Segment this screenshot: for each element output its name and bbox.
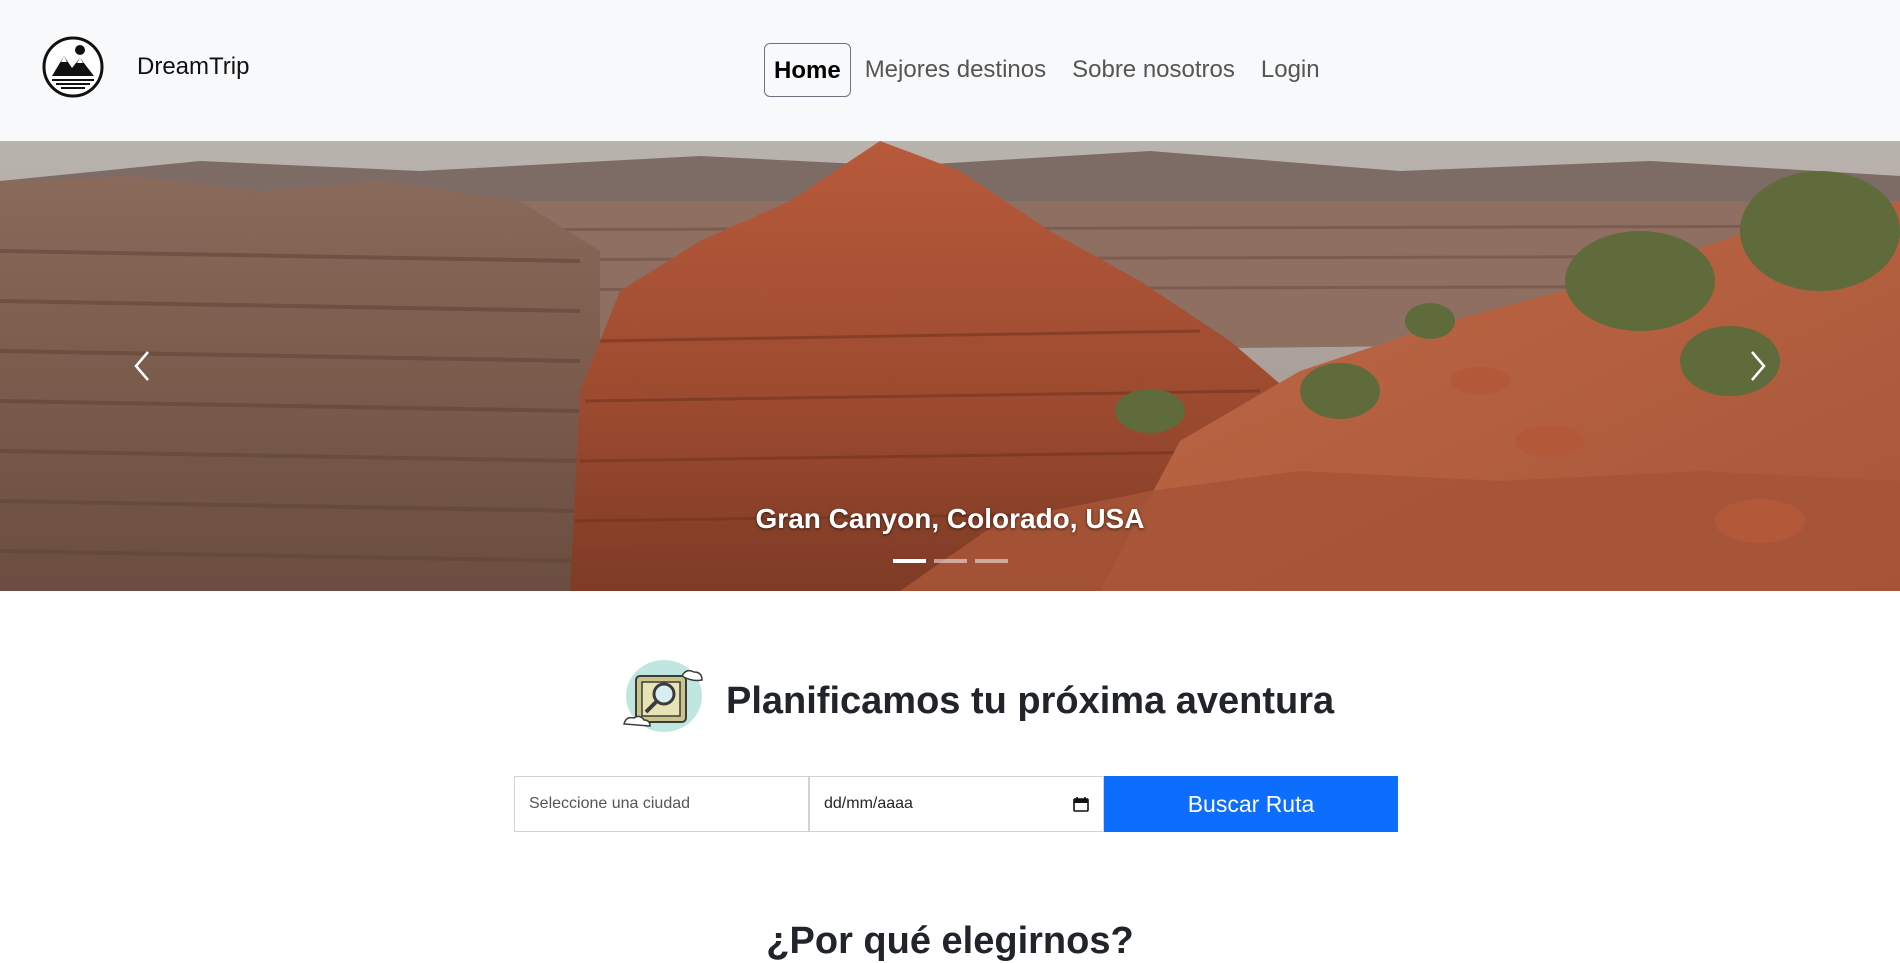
brand-name[interactable]: DreamTrip xyxy=(137,53,249,81)
planner-header: Planificamos tu próxima aventura xyxy=(612,656,1334,746)
date-placeholder: dd/mm/aaaa xyxy=(824,795,913,812)
mountain-logo-icon[interactable] xyxy=(42,36,104,98)
hero-carousel: Gran Canyon, Colorado, USA xyxy=(0,141,1900,591)
chevron-left-icon xyxy=(134,351,149,381)
planner-title: Planificamos tu próxima aventura xyxy=(726,679,1335,722)
search-route-button[interactable]: Buscar Ruta xyxy=(1104,776,1398,832)
carousel-indicator-3[interactable] xyxy=(974,559,1008,563)
route-search-form: Seleccione una ciudad dd/mm/aaaa Buscar … xyxy=(514,776,1398,832)
nav-sobre-nosotros[interactable]: Sobre nosotros xyxy=(1068,43,1239,97)
city-select[interactable]: Seleccione una ciudad xyxy=(514,776,809,832)
date-input[interactable]: dd/mm/aaaa xyxy=(809,776,1104,832)
carousel-indicators xyxy=(0,559,1900,563)
why-us-title: ¿Por qué elegirnos? xyxy=(766,919,1134,962)
nav-home[interactable]: Home xyxy=(764,43,851,97)
nav-mejores-destinos[interactable]: Mejores destinos xyxy=(861,43,1050,97)
map-search-icon xyxy=(623,660,703,732)
main-nav: Home Mejores destinos Sobre nosotros Log… xyxy=(764,43,1342,97)
carousel-indicator-1[interactable] xyxy=(892,559,926,563)
nav-login[interactable]: Login xyxy=(1257,43,1324,97)
carousel-caption: Gran Canyon, Colorado, USA xyxy=(755,503,1145,534)
navbar: DreamTrip Home Mejores destinos Sobre no… xyxy=(0,0,1900,141)
carousel-indicator-2[interactable] xyxy=(933,559,967,563)
calendar-icon[interactable] xyxy=(1073,796,1089,812)
chevron-right-icon xyxy=(1751,351,1766,381)
